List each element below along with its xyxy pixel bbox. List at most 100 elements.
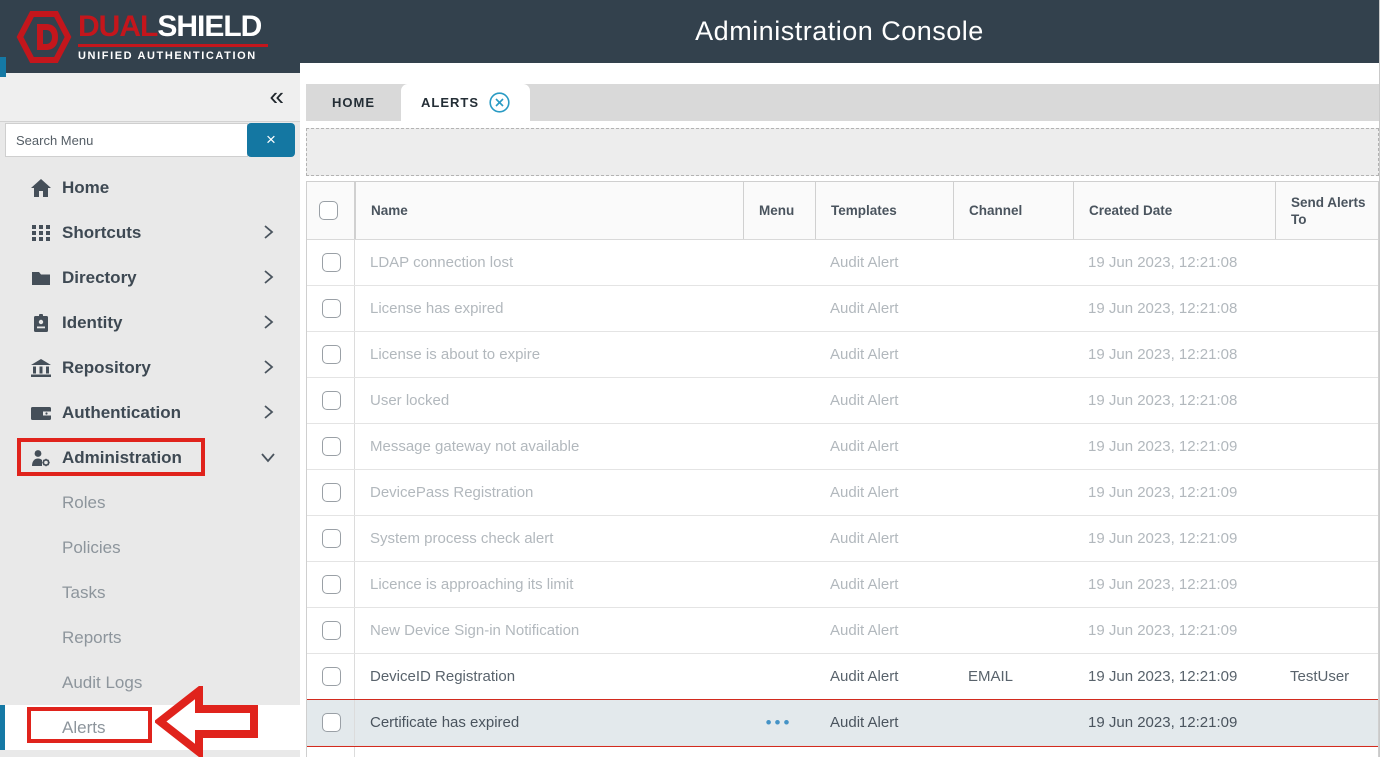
column-header-channel[interactable]: Channel xyxy=(953,182,1073,239)
row-checkbox[interactable] xyxy=(322,575,341,594)
sidebar-item-roles[interactable]: Roles xyxy=(0,480,300,525)
sidebar-item-identity[interactable]: Identity xyxy=(0,300,300,345)
sidebar-item-label: Shortcuts xyxy=(62,223,141,243)
select-all-checkbox[interactable] xyxy=(319,201,338,220)
sidebar-item-tasks[interactable]: Tasks xyxy=(0,570,300,615)
sidebar-search: × xyxy=(0,123,300,158)
tab-alerts[interactable]: ALERTS xyxy=(401,84,530,121)
table-row[interactable]: DevicePass Registration Audit Alert 19 J… xyxy=(307,470,1378,516)
row-checkbox-cell xyxy=(307,240,355,285)
table-row[interactable]: System process check alert Audit Alert 1… xyxy=(307,516,1378,562)
sidebar-item-label: Roles xyxy=(62,493,105,513)
table-header-checkbox-cell xyxy=(307,182,355,239)
alert-created-date: 19 Jun 2023, 12:21:09 xyxy=(1073,470,1275,515)
main-content: HOME ALERTS Name Menu Templates Cha xyxy=(300,63,1379,757)
alert-created-date: 19 Jun 2023, 12:21:08 xyxy=(1073,240,1275,285)
alert-created-date: 19 Jun 2023, 12:21:09 xyxy=(1073,424,1275,469)
row-checkbox[interactable] xyxy=(322,253,341,272)
sidebar-item-label: Reports xyxy=(62,628,122,648)
column-header-menu[interactable]: Menu xyxy=(743,182,815,239)
row-menu-cell xyxy=(743,240,815,285)
table-row[interactable]: LDAP connection lost Audit Alert 19 Jun … xyxy=(307,240,1378,286)
row-checkbox[interactable] xyxy=(322,391,341,410)
logo-text: DUALSHIELD UNIFIED AUTHENTICATION xyxy=(78,12,268,62)
row-checkbox[interactable] xyxy=(322,713,341,732)
sidebar-item-audit-logs[interactable]: Audit Logs xyxy=(0,660,300,705)
sidebar-item-policies[interactable]: Policies xyxy=(0,525,300,570)
alert-name: License has expired xyxy=(355,286,743,331)
row-checkbox[interactable] xyxy=(322,483,341,502)
row-actions-dots-icon[interactable]: ••• xyxy=(766,713,793,733)
alert-channel xyxy=(953,516,1073,561)
row-checkbox[interactable] xyxy=(322,667,341,686)
alert-created-date: 19 Jun 2023, 12:21:09 xyxy=(1073,700,1275,745)
id-card-icon xyxy=(30,313,52,333)
table-row[interactable]: DeviceID Registration Audit Alert EMAIL … xyxy=(307,654,1378,700)
table-row[interactable]: License is about to expire Audit Alert 1… xyxy=(307,332,1378,378)
alert-send-to xyxy=(1275,332,1378,377)
alert-template: Audit Alert xyxy=(815,240,953,285)
row-checkbox-cell xyxy=(307,746,355,757)
row-checkbox[interactable] xyxy=(322,621,341,640)
search-clear-button[interactable]: × xyxy=(247,123,295,157)
dualshield-hexagon-icon xyxy=(16,11,72,63)
sidebar-item-directory[interactable]: Directory xyxy=(0,255,300,300)
row-checkbox-cell xyxy=(307,516,355,561)
table-row[interactable]: Certificate has expired ••• Audit Alert … xyxy=(307,700,1378,746)
row-checkbox-cell xyxy=(307,470,355,515)
alert-template: Audit Alert xyxy=(815,470,953,515)
row-checkbox[interactable] xyxy=(322,299,341,318)
sidebar-item-label: Identity xyxy=(62,313,122,333)
sidebar-collapse-icon[interactable]: « xyxy=(264,81,290,111)
sidebar-item-authentication[interactable]: Authentication xyxy=(0,390,300,435)
sidebar-item-home[interactable]: Home xyxy=(0,165,300,210)
alert-template: Audit Alert xyxy=(815,332,953,377)
column-header-send-alerts-to[interactable]: Send Alerts To xyxy=(1275,182,1378,239)
alert-channel xyxy=(953,240,1073,285)
alert-name: DeviceID Registration xyxy=(355,654,743,699)
sidebar-item-repository[interactable]: Repository xyxy=(0,345,300,390)
alert-name: Certificate has expired xyxy=(355,700,743,745)
chevron-right-icon xyxy=(260,404,276,420)
alert-channel xyxy=(953,470,1073,515)
row-checkbox[interactable] xyxy=(322,345,341,364)
column-header-templates[interactable]: Templates xyxy=(815,182,953,239)
search-input[interactable] xyxy=(5,123,248,157)
row-checkbox[interactable] xyxy=(322,437,341,456)
alert-template: Audit Alert xyxy=(815,608,953,653)
tab-home[interactable]: HOME xyxy=(306,84,401,121)
alert-name: System process check alert xyxy=(355,516,743,561)
alert-send-to xyxy=(1275,608,1378,653)
sidebar-item-administration[interactable]: Administration xyxy=(0,435,300,480)
sidebar: « × Home xyxy=(0,73,300,757)
sidebar-item-label: Authentication xyxy=(62,403,181,423)
close-tab-icon[interactable] xyxy=(489,92,510,113)
sidebar-item-shortcuts[interactable]: Shortcuts xyxy=(0,210,300,255)
sidebar-item-label: Repository xyxy=(62,358,151,378)
row-checkbox-cell xyxy=(307,378,355,423)
table-row[interactable]: New Device Sign-in Notification Audit Al… xyxy=(307,608,1378,654)
page-title: Administration Console xyxy=(300,0,1379,63)
alert-template: Audit Alert xyxy=(815,286,953,331)
alert-created-date: 19 Jun 2023, 12:21:09 xyxy=(1073,608,1275,653)
alert-send-to xyxy=(1275,240,1378,285)
column-header-created-date[interactable]: Created Date xyxy=(1073,182,1275,239)
alert-template: Audit Alert xyxy=(815,654,953,699)
table-row[interactable]: License has expired Audit Alert 19 Jun 2… xyxy=(307,286,1378,332)
sidebar-item-alerts[interactable]: Alerts xyxy=(0,705,300,750)
logo-red-rule xyxy=(78,44,268,47)
row-menu-cell xyxy=(743,378,815,423)
alert-channel: EMAIL xyxy=(953,654,1073,699)
alert-channel xyxy=(953,378,1073,423)
table-row[interactable]: User locked Audit Alert 19 Jun 2023, 12:… xyxy=(307,378,1378,424)
table-row[interactable]: Licence is approaching its limit Audit A… xyxy=(307,562,1378,608)
table-row[interactable]: Message gateway not available Audit Aler… xyxy=(307,424,1378,470)
sidebar-item-reports[interactable]: Reports xyxy=(0,615,300,660)
home-icon xyxy=(30,178,52,198)
tab-bar: HOME ALERTS xyxy=(306,84,1379,121)
column-header-name[interactable]: Name xyxy=(355,182,743,239)
row-checkbox-cell xyxy=(307,424,355,469)
logo-tagline: UNIFIED AUTHENTICATION xyxy=(78,50,268,62)
row-checkbox[interactable] xyxy=(322,529,341,548)
sidebar-item-label: Tasks xyxy=(62,583,105,603)
